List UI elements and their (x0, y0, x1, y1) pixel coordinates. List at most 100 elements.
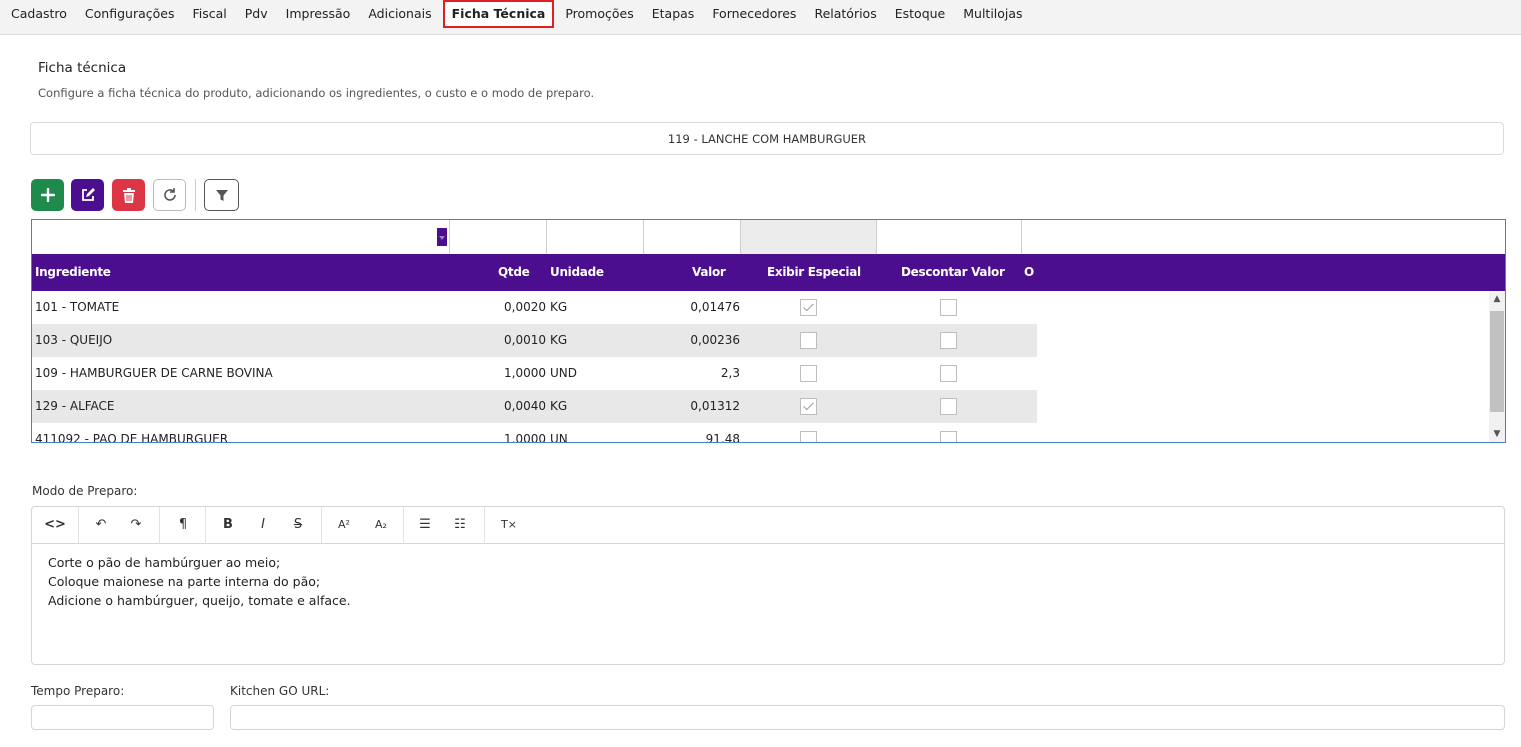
checkbox-exibir-especial[interactable] (800, 299, 817, 316)
tab-relatorios[interactable]: Relatórios (805, 0, 885, 28)
column-header-descontar-valor[interactable]: Descontar Valor (901, 254, 1005, 291)
toolbar-divider (78, 507, 79, 544)
filter-button[interactable] (204, 179, 239, 211)
cell-unidade: UND (550, 366, 577, 380)
top-tab-bar: Cadastro Configurações Fiscal Pdv Impres… (0, 0, 1521, 35)
editor-line: Coloque maionese na parte interna do pão… (48, 574, 321, 589)
edit-icon (81, 188, 95, 201)
cell-unidade: KG (550, 333, 568, 347)
filter-ingrediente[interactable] (32, 220, 450, 254)
filter-valor[interactable] (644, 220, 741, 254)
cell-qtde: 0,0040 (504, 399, 546, 413)
modo-preparo-label: Modo de Preparo: (32, 484, 138, 498)
cell-qtde: 0,0010 (504, 333, 546, 347)
product-selector[interactable]: 119 - LANCHE COM HAMBURGUER (30, 122, 1504, 155)
table-row[interactable]: 411092 - PAO DE HAMBURGUER 1,0000 UN 91,… (32, 423, 1037, 443)
edit-button[interactable] (71, 179, 104, 211)
cell-ingrediente: 129 - ALFACE (35, 399, 115, 413)
table-row[interactable]: 101 - TOMATE 0,0020 KG 0,01476 (32, 291, 1037, 324)
cell-ingrediente: 101 - TOMATE (35, 300, 120, 314)
cell-ingrediente: 411092 - PAO DE HAMBURGUER (35, 432, 229, 443)
tab-fornecedores[interactable]: Fornecedores (703, 0, 805, 28)
checkbox-descontar-valor[interactable] (940, 365, 957, 382)
scroll-down-icon[interactable]: ▼ (1489, 426, 1505, 442)
column-header-valor[interactable]: Valor (692, 254, 726, 291)
tab-pdv[interactable]: Pdv (236, 0, 277, 28)
plus-icon (40, 188, 55, 202)
add-button[interactable] (31, 179, 64, 211)
refresh-icon (163, 188, 176, 201)
ingredients-grid: Ingrediente Qtde Unidade Valor Exibir Es… (31, 219, 1506, 443)
toolbar-divider (205, 507, 206, 544)
tab-estoque[interactable]: Estoque (886, 0, 955, 28)
editor-content[interactable]: Corte o pão de hambúrguer ao meio; Coloq… (48, 553, 351, 610)
table-row[interactable]: 109 - HAMBURGUER DE CARNE BOVINA 1,0000 … (32, 357, 1037, 390)
table-row[interactable]: 103 - QUEIJO 0,0010 KG 0,00236 (32, 324, 1037, 357)
grid-scrollbar[interactable]: ▲ ▼ (1489, 291, 1505, 442)
trash-icon (122, 187, 135, 203)
modo-preparo-editor: <> ↶ ↷ ¶ B I S A² A₂ ☰ ☷ T× Corte o pão … (31, 506, 1505, 665)
tab-fiscal[interactable]: Fiscal (183, 0, 235, 28)
strikethrough-button[interactable]: S (287, 516, 309, 534)
checkbox-exibir-especial[interactable] (800, 365, 817, 382)
checkbox-descontar-valor[interactable] (940, 398, 957, 415)
checkbox-descontar-valor[interactable] (940, 431, 957, 442)
column-header-overflow[interactable]: O (1024, 254, 1037, 291)
tab-ficha-tecnica[interactable]: Ficha Técnica (442, 0, 555, 28)
grid-header: Ingrediente Qtde Unidade Valor Exibir Es… (32, 254, 1505, 291)
toolbar-divider (321, 507, 322, 544)
undo-button[interactable]: ↶ (90, 516, 112, 534)
tab-configuracoes[interactable]: Configurações (76, 0, 184, 28)
redo-button[interactable]: ↷ (125, 516, 147, 534)
column-header-ingrediente[interactable]: Ingrediente (35, 254, 111, 291)
subscript-button[interactable]: A₂ (370, 516, 392, 534)
cell-valor: 0,01476 (690, 300, 740, 314)
checkbox-exibir-especial[interactable] (800, 332, 817, 349)
column-header-qtde[interactable]: Qtde (498, 254, 530, 291)
scrollbar-thumb[interactable] (1490, 311, 1504, 412)
checkbox-exibir-especial[interactable] (800, 398, 817, 415)
filter-icon (215, 190, 228, 201)
editor-toolbar: <> ↶ ↷ ¶ B I S A² A₂ ☰ ☷ T× (32, 507, 1504, 544)
superscript-button[interactable]: A² (333, 516, 355, 534)
chevron-down-icon[interactable] (437, 228, 447, 246)
clear-format-button[interactable]: T× (498, 516, 520, 534)
cell-valor: 2,3 (720, 366, 740, 380)
kitchen-go-url-input[interactable] (230, 705, 1505, 730)
code-view-button[interactable]: <> (44, 516, 66, 534)
toolbar-divider (484, 507, 485, 544)
filter-qtde[interactable] (450, 220, 547, 254)
cell-valor: 91,48 (705, 432, 740, 443)
refresh-button[interactable] (153, 179, 186, 211)
bold-button[interactable]: B (217, 516, 239, 534)
cell-unidade: KG (550, 399, 568, 413)
filter-descontar-valor[interactable] (877, 220, 1022, 254)
italic-button[interactable]: I (252, 516, 274, 534)
checkbox-exibir-especial[interactable] (800, 431, 817, 442)
bullet-list-button[interactable]: ☰ (414, 516, 436, 534)
table-row[interactable]: 129 - ALFACE 0,0040 KG 0,01312 (32, 390, 1037, 423)
tempo-preparo-input[interactable] (31, 705, 214, 730)
tab-etapas[interactable]: Etapas (643, 0, 704, 28)
column-header-unidade[interactable]: Unidade (550, 254, 604, 291)
tab-adicionais[interactable]: Adicionais (359, 0, 440, 28)
grid-body: 101 - TOMATE 0,0020 KG 0,01476 103 - QUE… (32, 291, 1037, 443)
checkbox-descontar-valor[interactable] (940, 299, 957, 316)
cell-valor: 0,00236 (690, 333, 740, 347)
toolbar-divider (403, 507, 404, 544)
cell-unidade: UN (550, 432, 568, 443)
paragraph-format-button[interactable]: ¶ (172, 516, 194, 534)
delete-button[interactable] (112, 179, 145, 211)
tempo-preparo-label: Tempo Preparo: (31, 684, 125, 698)
tab-impressao[interactable]: Impressão (277, 0, 360, 28)
tab-multilojas[interactable]: Multilojas (954, 0, 1031, 28)
ordered-list-button[interactable]: ☷ (449, 516, 471, 534)
scroll-up-icon[interactable]: ▲ (1489, 291, 1505, 307)
cell-unidade: KG (550, 300, 568, 314)
tab-promocoes[interactable]: Promoções (556, 0, 642, 28)
tab-cadastro[interactable]: Cadastro (2, 0, 76, 28)
editor-line: Corte o pão de hambúrguer ao meio; (48, 555, 281, 570)
column-header-exibir-especial[interactable]: Exibir Especial (767, 254, 861, 291)
filter-unidade[interactable] (547, 220, 644, 254)
checkbox-descontar-valor[interactable] (940, 332, 957, 349)
